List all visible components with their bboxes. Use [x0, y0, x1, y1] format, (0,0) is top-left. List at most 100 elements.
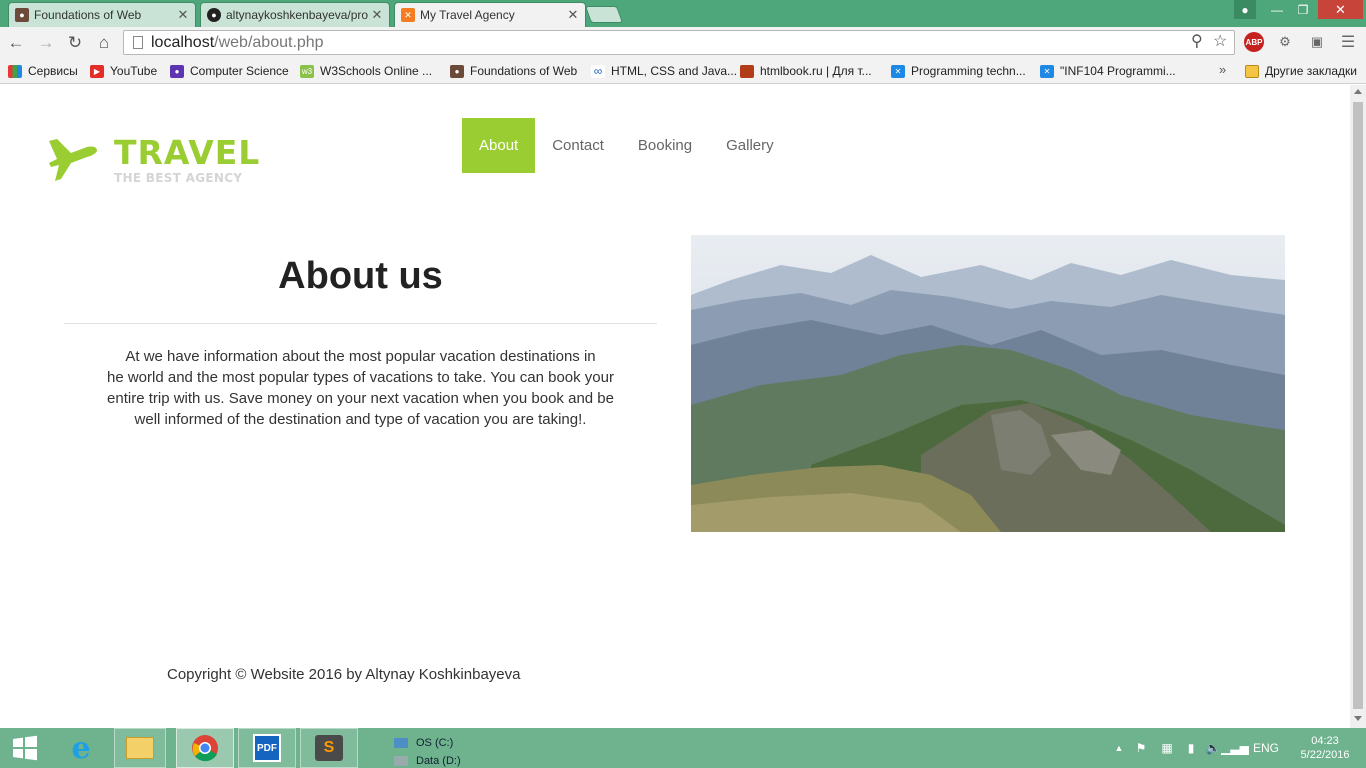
tab-my-travel-agency[interactable]: ✕ My Travel Agency ✕ — [394, 2, 586, 27]
apps-grid-icon — [8, 64, 22, 78]
divider — [64, 323, 657, 324]
drive-d[interactable]: Data (D:) — [366, 752, 461, 768]
bookmark-label: Programming techn... — [911, 64, 1026, 78]
folder-icon — [1245, 64, 1259, 78]
adblock-plus-icon[interactable]: ABP — [1244, 32, 1264, 52]
bookmark-label: HTML, CSS and Java... — [611, 64, 738, 78]
window-close-icon[interactable]: ✕ — [1318, 0, 1363, 19]
reload-icon[interactable]: ↻ — [64, 32, 86, 54]
drive-label: Data (D:) — [416, 755, 461, 767]
bookmark-other[interactable]: Другие закладки — [1245, 62, 1357, 80]
chevron-more-icon[interactable]: » — [1219, 62, 1226, 77]
drive-icon — [394, 756, 408, 766]
bookmark-html-css-java[interactable]: ∞ HTML, CSS and Java... — [591, 62, 737, 80]
bookmark-label: W3Schools Online ... — [320, 64, 433, 78]
pdf-reader-icon[interactable]: PDF — [238, 728, 296, 768]
airplane-icon — [49, 139, 97, 181]
restore-icon[interactable]: ❐ — [1290, 0, 1316, 19]
nav-gallery[interactable]: Gallery — [709, 118, 791, 173]
url-text: localhost/web/about.php — [151, 34, 324, 52]
person-icon: ● — [450, 64, 464, 78]
back-icon[interactable]: ← — [5, 32, 27, 54]
new-tab-button[interactable] — [584, 6, 624, 23]
drives-toolbar: OS (C:) Data (D:) — [366, 732, 506, 768]
clock[interactable]: 04:23 5/22/2016 — [1290, 734, 1360, 762]
scrollbar-thumb[interactable] — [1353, 102, 1363, 709]
github-icon: ● — [207, 8, 221, 22]
zoom-icon[interactable]: ⚲ — [1191, 31, 1203, 51]
bookmark-label: YouTube — [110, 64, 158, 78]
drive-c[interactable]: OS (C:) — [366, 734, 453, 752]
nav-about[interactable]: About — [462, 118, 536, 173]
x-icon: ✕ — [1040, 64, 1054, 78]
tab-title: altynaykoshkenbayeva/pro — [226, 8, 369, 22]
site-logo[interactable]: TRAVEL THE BEST AGENCY — [47, 133, 259, 188]
x-icon: ✕ — [891, 64, 905, 78]
home-icon[interactable]: ⌂ — [93, 32, 115, 54]
w3schools-icon: w3 — [300, 64, 314, 78]
close-icon[interactable]: ✕ — [177, 7, 189, 23]
tab-foundations-of-web[interactable]: ● Foundations of Web ✕ — [8, 2, 196, 27]
chrome-icon[interactable] — [176, 728, 234, 768]
bookmarks-bar: Сервисы ▶ YouTube ● Computer Science w3 … — [0, 58, 1366, 84]
tab-github[interactable]: ● altynaykoshkenbayeva/pro ✕ — [200, 2, 390, 27]
page-icon — [133, 36, 143, 49]
tab-title: Foundations of Web — [34, 8, 142, 22]
youtube-icon: ▶ — [90, 64, 104, 78]
bookmark-label: Computer Science — [190, 64, 289, 78]
web-page: TRAVEL THE BEST AGENCY About Contact Boo… — [0, 85, 1350, 728]
bookmark-programming-techn[interactable]: ✕ Programming techn... — [891, 62, 1026, 80]
page-scrollbar[interactable] — [1350, 85, 1366, 728]
internet-explorer-icon[interactable]: e — [55, 728, 107, 768]
address-bar[interactable]: localhost/web/about.php — [123, 30, 1235, 55]
nav-contact[interactable]: Contact — [535, 118, 621, 173]
browser-tab-strip: ● Foundations of Web ✕ ● altynaykoshkenb… — [0, 0, 1366, 27]
language-indicator[interactable]: ENG — [1246, 741, 1286, 755]
bookmark-label: Сервисы — [28, 64, 78, 78]
sublime-text-icon[interactable]: S — [300, 728, 358, 768]
bookmark-label: Другие закладки — [1265, 64, 1357, 78]
about-title: About us — [278, 255, 443, 297]
link-icon: ∞ — [591, 64, 605, 78]
battery-icon[interactable]: ▮ — [1180, 741, 1202, 755]
logo-title: TRAVEL — [114, 133, 261, 172]
main-nav: About Contact Booking Gallery — [462, 118, 791, 173]
about-line: he world and the most popular types of v… — [107, 369, 614, 386]
bookmark-services[interactable]: Сервисы — [8, 62, 78, 80]
extension-icon[interactable]: ⚙ — [1275, 32, 1295, 52]
browser-toolbar: ← → ↻ ⌂ localhost/web/about.php ⚲ ☆ ABP … — [0, 27, 1366, 58]
menu-icon[interactable]: ☰ — [1338, 32, 1358, 52]
forward-icon[interactable]: → — [35, 32, 57, 54]
start-button[interactable] — [0, 728, 50, 768]
bookmark-youtube[interactable]: ▶ YouTube — [90, 62, 157, 80]
windows-icon[interactable]: ▦ — [1154, 741, 1180, 755]
clock-time: 04:23 — [1311, 735, 1339, 747]
scroll-down-icon[interactable] — [1354, 716, 1362, 721]
tab-title: My Travel Agency — [420, 8, 515, 22]
flag-icon[interactable]: ⚑ — [1128, 741, 1154, 755]
windows-logo-icon — [13, 735, 37, 761]
show-hidden-icons-icon[interactable]: ▲ — [1110, 743, 1128, 753]
star-icon[interactable]: ☆ — [1213, 31, 1227, 51]
copyright-text: Copyright © Website 2016 by Altynay Kosh… — [167, 666, 521, 683]
bookmark-computer-science[interactable]: ● Computer Science — [170, 62, 289, 80]
close-icon[interactable]: ✕ — [567, 7, 579, 23]
bookmark-label: htmlbook.ru | Для т... — [760, 64, 872, 78]
network-icon[interactable]: ▁▃▅ — [1221, 741, 1249, 755]
xampp-icon: ✕ — [401, 8, 415, 22]
bookmark-inf104[interactable]: ✕ "INF104 Programmi... — [1040, 62, 1176, 80]
nav-booking[interactable]: Booking — [621, 118, 709, 173]
extension-icon[interactable]: ▣ — [1307, 32, 1327, 52]
bookmark-htmlbook[interactable]: htmlbook.ru | Для т... — [740, 62, 872, 80]
user-icon[interactable]: ● — [1234, 0, 1256, 19]
about-text: At we have information about the most po… — [84, 346, 637, 430]
bookmark-w3schools[interactable]: w3 W3Schools Online ... — [300, 62, 432, 80]
close-icon[interactable]: ✕ — [371, 7, 383, 23]
scroll-up-icon[interactable] — [1354, 89, 1362, 94]
drive-icon — [394, 738, 408, 748]
minimize-icon[interactable]: — — [1264, 0, 1290, 19]
file-explorer-icon[interactable] — [114, 728, 166, 768]
bookmark-label: Foundations of Web — [470, 64, 578, 78]
url-path: /web/about.php — [214, 33, 324, 51]
bookmark-foundations-of-web[interactable]: ● Foundations of Web — [450, 62, 577, 80]
